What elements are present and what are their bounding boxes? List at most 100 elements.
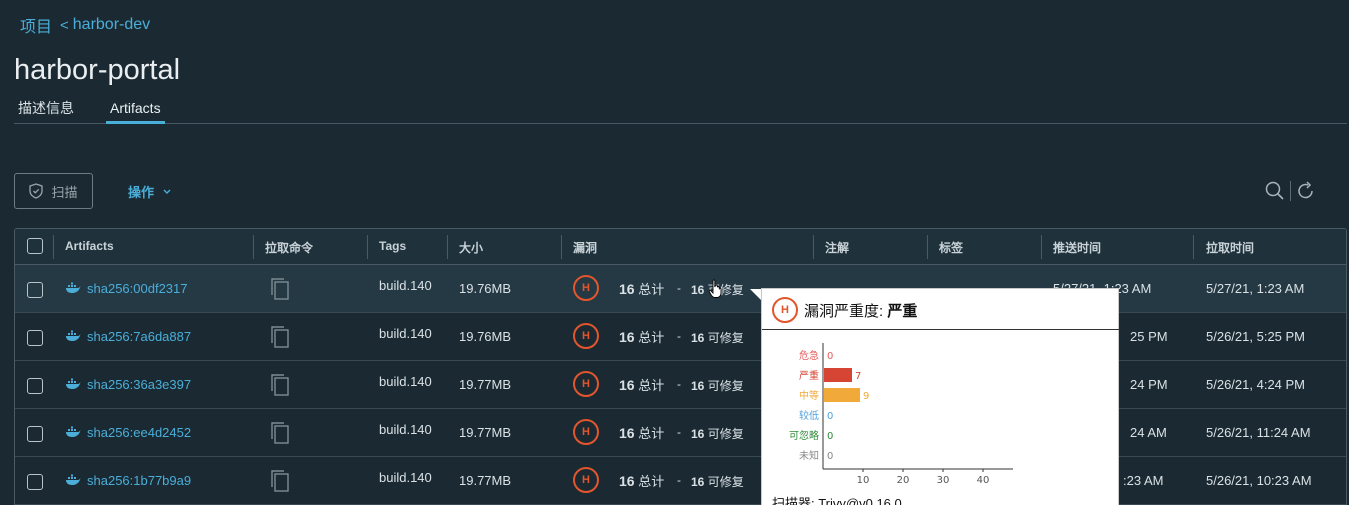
vuln-summary[interactable]: 16 总计 — [619, 375, 664, 394]
vuln-fixable: 16 可修复 — [691, 473, 744, 490]
popover-header: H 漏洞严重度: 严重 — [772, 297, 917, 323]
bar-value-label: 9 — [863, 391, 869, 402]
artifact-digest-link[interactable]: sha256:1b77b9a9 — [87, 473, 191, 488]
row-checkbox[interactable] — [27, 378, 43, 394]
vuln-fixable: 16 可修复 — [691, 377, 744, 394]
tag-value[interactable]: build.140 — [379, 278, 432, 293]
severity-high-icon[interactable]: H — [573, 371, 599, 397]
vuln-total-label: 总计 — [638, 474, 665, 489]
table-row[interactable]: sha256:7a6da887 build.140 19.76MB H 16 总… — [15, 313, 1346, 361]
push-time: 24 PM — [1130, 377, 1168, 392]
column-labels[interactable]: 标签 — [939, 239, 963, 256]
vuln-total-label: 总计 — [638, 330, 665, 345]
docker-icon — [66, 426, 81, 437]
actions-label: 操作 — [128, 185, 155, 200]
vuln-fixable-count: 16 — [691, 475, 705, 489]
tab-info[interactable]: 描述信息 — [14, 99, 78, 124]
vuln-dash: - — [677, 425, 681, 439]
column-size[interactable]: 大小 — [459, 239, 483, 256]
artifact-digest-link[interactable]: sha256:00df2317 — [87, 281, 187, 296]
vuln-summary[interactable]: 16 总计 — [619, 471, 664, 490]
vuln-dash: - — [677, 473, 681, 487]
tag-value[interactable]: build.140 — [379, 422, 432, 437]
column-annotations[interactable]: 注解 — [825, 239, 849, 256]
tag-value[interactable]: build.140 — [379, 374, 432, 389]
vuln-fixable-count: 16 — [691, 283, 705, 297]
popover-divider — [762, 329, 1120, 330]
severity-high-icon[interactable]: H — [573, 419, 599, 445]
bar-value-label: 0 — [827, 351, 833, 362]
docker-icon — [66, 378, 81, 389]
row-checkbox[interactable] — [27, 282, 43, 298]
size-value: 19.77MB — [459, 377, 512, 392]
column-push-time[interactable]: 推送时间 — [1053, 239, 1101, 256]
severity-bar-chart: 危急 0 严重 7 中等 9 较低 0 可忽略 0 未知 0 10 20 30 40 — [789, 343, 1013, 486]
search-icon[interactable] — [1265, 181, 1285, 201]
bar — [824, 388, 860, 402]
bar-value-label: 0 — [827, 451, 833, 462]
vuln-fixable: 16 可修复 — [691, 425, 744, 442]
size-value: 19.77MB — [459, 425, 512, 440]
actions-dropdown[interactable]: 操作 — [128, 182, 172, 201]
vuln-summary[interactable]: 16 总计 — [619, 423, 664, 442]
docker-icon — [66, 330, 81, 341]
shield-icon — [29, 183, 44, 199]
artifact-digest-link[interactable]: sha256:36a3e397 — [87, 377, 191, 392]
refresh-icon[interactable] — [1297, 181, 1315, 201]
vuln-total-count: 16 — [619, 329, 635, 345]
breadcrumb-project-link[interactable]: 项目 — [20, 13, 52, 37]
scanner-info: 扫描器: Trivy@v0.16.0 — [772, 496, 902, 505]
breadcrumb: 项目 < harbor-dev — [20, 13, 150, 37]
copy-icon[interactable] — [269, 469, 291, 493]
vuln-total-count: 16 — [619, 473, 635, 489]
x-tick-label: 20 — [897, 475, 910, 486]
push-time: :23 AM — [1123, 473, 1164, 488]
tab-bar: 描述信息 Artifacts — [14, 99, 1347, 124]
vuln-total-label: 总计 — [638, 282, 665, 297]
tag-value[interactable]: build.140 — [379, 470, 432, 485]
bar-value-label: 7 — [855, 371, 861, 382]
column-vulnerabilities[interactable]: 漏洞 — [573, 239, 597, 256]
severity-high-icon[interactable]: H — [573, 323, 599, 349]
table-row[interactable]: sha256:00df2317 build.140 19.76MB H 16 总… — [15, 265, 1346, 313]
push-time: 25 PM — [1130, 329, 1168, 344]
column-pull-command[interactable]: 拉取命令 — [265, 239, 313, 256]
column-pull-time[interactable]: 拉取时间 — [1206, 239, 1254, 256]
vuln-fixable-label: 可修复 — [707, 475, 744, 489]
breadcrumb-repo-link[interactable]: harbor-dev — [73, 16, 150, 34]
copy-icon[interactable] — [269, 325, 291, 349]
tag-value[interactable]: build.140 — [379, 326, 432, 341]
row-checkbox[interactable] — [27, 474, 43, 490]
column-tags[interactable]: Tags — [379, 239, 406, 253]
pull-time: 5/26/21, 5:25 PM — [1206, 329, 1306, 344]
row-checkbox[interactable] — [27, 426, 43, 442]
table-row[interactable]: sha256:1b77b9a9 build.140 19.77MB H 16 总… — [15, 457, 1346, 505]
row-checkbox[interactable] — [27, 330, 43, 346]
vuln-summary[interactable]: 16 总计 — [619, 327, 664, 346]
severity-high-icon[interactable]: H — [573, 467, 599, 493]
column-artifacts[interactable]: Artifacts — [65, 239, 114, 253]
severity-high-icon[interactable]: H — [573, 275, 599, 301]
copy-icon[interactable] — [269, 373, 291, 397]
vuln-dash: - — [677, 329, 681, 343]
select-all-checkbox[interactable] — [27, 238, 43, 254]
vuln-fixable-label: 可修复 — [707, 379, 744, 393]
artifact-digest-link[interactable]: sha256:7a6da887 — [87, 329, 191, 344]
vuln-fixable-count: 16 — [691, 427, 705, 441]
vuln-fixable: 16 可修复 — [691, 329, 744, 346]
table-row[interactable]: sha256:36a3e397 build.140 19.77MB H 16 总… — [15, 361, 1346, 409]
page-title: harbor-portal — [14, 54, 181, 86]
pull-time: 5/27/21, 1:23 AM — [1206, 281, 1305, 296]
vuln-summary[interactable]: 16 总计 — [619, 279, 664, 298]
severity-high-icon: H — [772, 297, 798, 323]
tab-artifacts[interactable]: Artifacts — [106, 99, 165, 124]
category-label: 未知 — [799, 449, 819, 462]
copy-icon[interactable] — [269, 421, 291, 445]
vuln-dash: - — [677, 377, 681, 391]
artifact-digest-link[interactable]: sha256:ee4d2452 — [87, 425, 191, 440]
size-value: 19.76MB — [459, 329, 512, 344]
copy-icon[interactable] — [269, 277, 291, 301]
scan-button[interactable]: 扫描 — [14, 173, 93, 209]
table-row[interactable]: sha256:ee4d2452 build.140 19.77MB H 16 总… — [15, 409, 1346, 457]
popover-title-value: 严重 — [887, 302, 918, 320]
